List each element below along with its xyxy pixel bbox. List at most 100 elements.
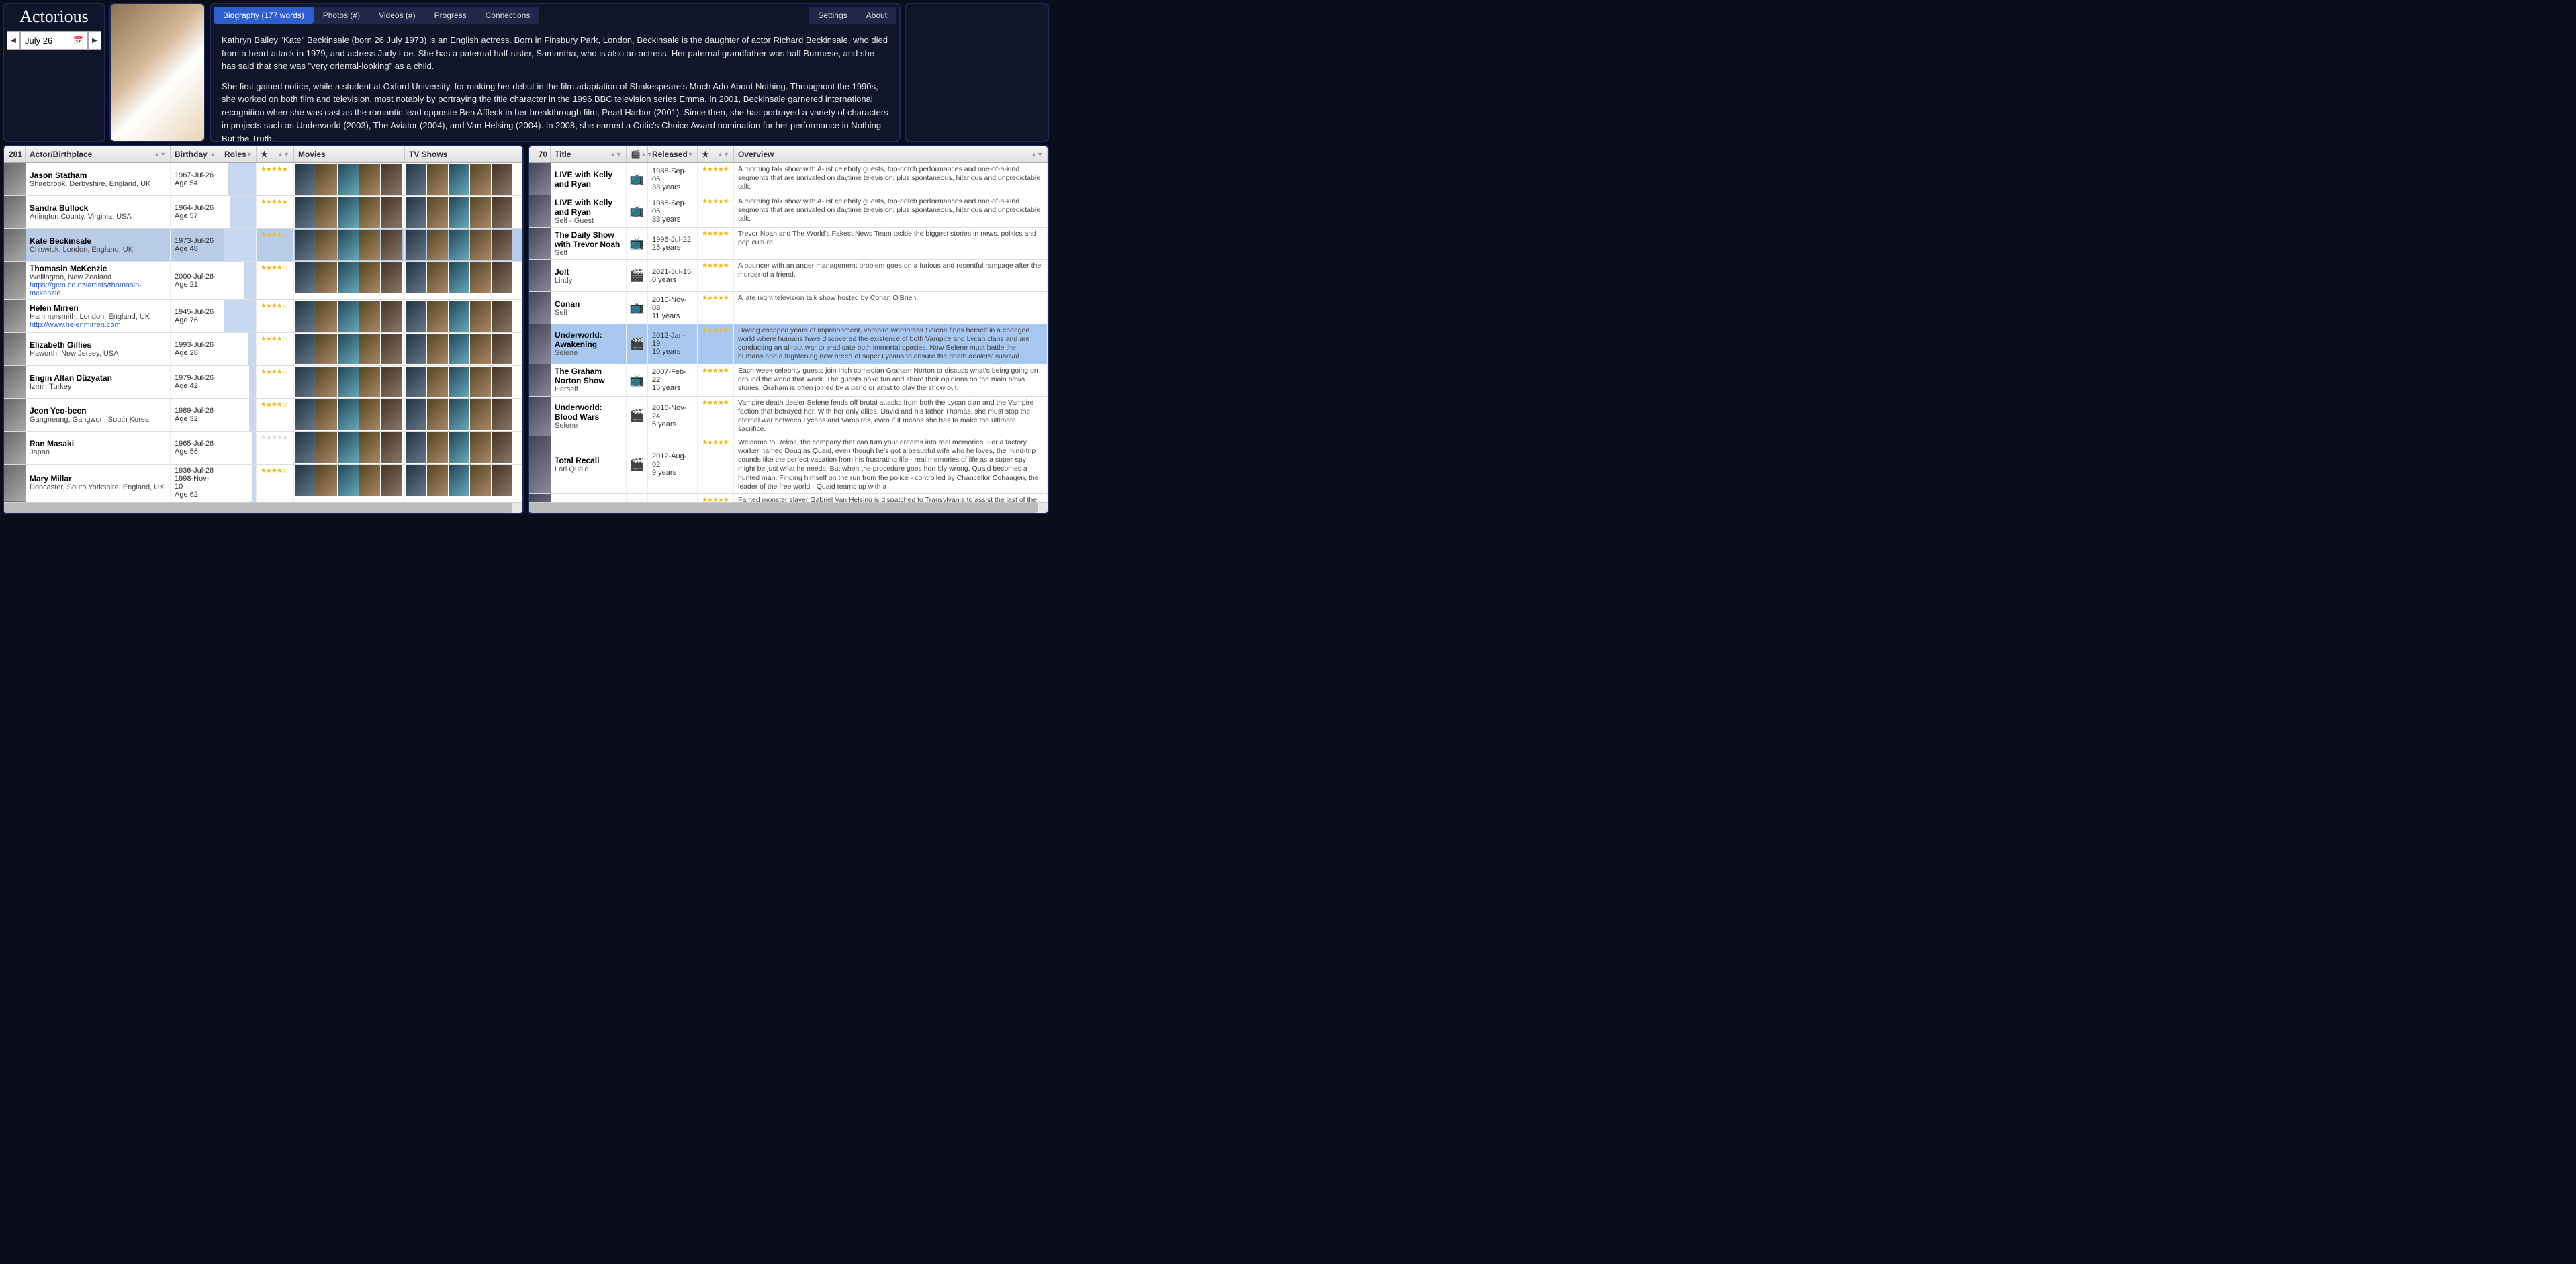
tv-poster[interactable]	[449, 465, 469, 496]
movie-poster[interactable]	[359, 262, 380, 293]
tv-poster[interactable]	[492, 399, 512, 430]
tv-poster[interactable]	[449, 262, 469, 293]
col-star2[interactable]: ★▲▼	[698, 146, 734, 162]
titles-grid-body[interactable]: LIVE with Kelly and Ryan📺1988-Sep-0533 y…	[529, 163, 1048, 502]
movie-poster[interactable]	[359, 432, 380, 463]
date-input[interactable]: July 26 📅	[20, 31, 88, 50]
movie-poster[interactable]	[381, 367, 402, 397]
tv-poster[interactable]	[406, 432, 426, 463]
movie-poster[interactable]	[316, 230, 337, 260]
col-title[interactable]: Title▲▼	[551, 146, 627, 162]
tv-poster[interactable]	[427, 367, 448, 397]
tv-poster[interactable]	[427, 262, 448, 293]
tv-poster[interactable]	[406, 164, 426, 195]
tab-progress[interactable]: Progress	[425, 7, 476, 24]
tv-poster[interactable]	[492, 334, 512, 364]
movie-poster[interactable]	[381, 465, 402, 496]
tv-poster[interactable]	[470, 367, 491, 397]
movie-poster[interactable]	[381, 432, 402, 463]
movie-poster[interactable]	[359, 465, 380, 496]
tab-videos-[interactable]: Videos (#)	[369, 7, 424, 24]
col-tvshows[interactable]: TV Shows	[405, 146, 522, 162]
title-row[interactable]: Underworld: Blood WarsSelene🎬2016-Nov-24…	[529, 397, 1048, 437]
movie-poster[interactable]	[381, 301, 402, 332]
movie-poster[interactable]	[295, 367, 316, 397]
title-row[interactable]: The Daily Show with Trevor NoahSelf📺1996…	[529, 228, 1048, 260]
tv-poster[interactable]	[427, 197, 448, 228]
title-row[interactable]: The Graham Norton ShowHerself📺2007-Feb-2…	[529, 364, 1048, 397]
title-row[interactable]: LIVE with Kelly and Ryan📺1988-Sep-0533 y…	[529, 163, 1048, 195]
movie-poster[interactable]	[295, 262, 316, 293]
tv-poster[interactable]	[427, 301, 448, 332]
tab-photos-[interactable]: Photos (#)	[314, 7, 369, 24]
actor-row[interactable]: Jeon Yeo-beenGangneung, Gangwon, South K…	[4, 399, 522, 432]
tv-poster[interactable]	[449, 367, 469, 397]
tv-poster[interactable]	[406, 197, 426, 228]
movie-poster[interactable]	[316, 164, 337, 195]
tv-poster[interactable]	[449, 197, 469, 228]
movie-poster[interactable]	[381, 197, 402, 228]
movie-poster[interactable]	[316, 465, 337, 496]
movie-poster[interactable]	[295, 164, 316, 195]
movie-poster[interactable]	[316, 262, 337, 293]
tv-poster[interactable]	[406, 465, 426, 496]
tv-poster[interactable]	[470, 465, 491, 496]
tv-poster[interactable]	[470, 262, 491, 293]
title-row[interactable]: LIVE with Kelly and RyanSelf - Guest📺198…	[529, 195, 1048, 228]
col-star[interactable]: ★▲▼	[257, 146, 294, 162]
actor-row[interactable]: Kate BeckinsaleChiswick, London, England…	[4, 229, 522, 262]
date-prev-button[interactable]: ◀	[7, 31, 20, 50]
title-row[interactable]: Van HelsingAnna Valerious🎬2004-May-0518 …	[529, 494, 1048, 502]
title-row[interactable]: ConanSelf📺2010-Nov-0811 years★★★★★A late…	[529, 292, 1048, 324]
tv-poster[interactable]	[470, 164, 491, 195]
movie-poster[interactable]	[295, 465, 316, 496]
col-type[interactable]: 🎬▲▼	[627, 146, 648, 162]
col-birthday[interactable]: Birthday▲	[171, 146, 220, 162]
tv-poster[interactable]	[492, 197, 512, 228]
movie-poster[interactable]	[338, 197, 359, 228]
actor-row[interactable]: Jason StathamShirebrook, Derbyshire, Eng…	[4, 163, 522, 196]
movie-poster[interactable]	[338, 432, 359, 463]
movie-poster[interactable]	[316, 301, 337, 332]
movie-poster[interactable]	[381, 334, 402, 364]
tv-poster[interactable]	[470, 230, 491, 260]
tv-poster[interactable]	[406, 230, 426, 260]
actor-row[interactable]: Mary MillarDoncaster, South Yorkshire, E…	[4, 465, 522, 501]
tv-poster[interactable]	[470, 334, 491, 364]
col-roles[interactable]: Roles▼	[220, 146, 257, 162]
tab-connections[interactable]: Connections	[476, 7, 540, 24]
movie-poster[interactable]	[295, 301, 316, 332]
actor-row[interactable]: Elizabeth GilliesHaworth, New Jersey, US…	[4, 333, 522, 366]
tv-poster[interactable]	[406, 334, 426, 364]
movie-poster[interactable]	[359, 164, 380, 195]
movie-poster[interactable]	[295, 197, 316, 228]
tv-poster[interactable]	[492, 230, 512, 260]
movie-poster[interactable]	[316, 334, 337, 364]
movie-poster[interactable]	[381, 262, 402, 293]
tv-poster[interactable]	[427, 164, 448, 195]
calendar-icon[interactable]: 📅	[73, 36, 83, 45]
tv-poster[interactable]	[449, 399, 469, 430]
tv-poster[interactable]	[449, 432, 469, 463]
titles-hscroll[interactable]	[529, 502, 1048, 513]
col-overview[interactable]: Overview▲▼	[734, 146, 1048, 162]
tv-poster[interactable]	[427, 432, 448, 463]
tv-poster[interactable]	[406, 399, 426, 430]
actors-hscroll[interactable]	[4, 502, 522, 513]
title-row[interactable]: Underworld: AwakeningSelene🎬2012-Jan-191…	[529, 324, 1048, 364]
movie-poster[interactable]	[359, 367, 380, 397]
movie-poster[interactable]	[359, 301, 380, 332]
tv-poster[interactable]	[449, 230, 469, 260]
actor-link[interactable]: http://www.helenmirren.com	[30, 321, 166, 329]
movie-poster[interactable]	[295, 432, 316, 463]
actors-grid-body[interactable]: Jason StathamShirebrook, Derbyshire, Eng…	[4, 163, 522, 502]
tab-settings[interactable]: Settings	[809, 7, 856, 24]
tv-poster[interactable]	[406, 262, 426, 293]
tv-poster[interactable]	[406, 301, 426, 332]
movie-poster[interactable]	[359, 197, 380, 228]
movie-poster[interactable]	[359, 230, 380, 260]
tv-poster[interactable]	[492, 164, 512, 195]
movie-poster[interactable]	[338, 399, 359, 430]
movie-poster[interactable]	[338, 301, 359, 332]
tv-poster[interactable]	[470, 197, 491, 228]
